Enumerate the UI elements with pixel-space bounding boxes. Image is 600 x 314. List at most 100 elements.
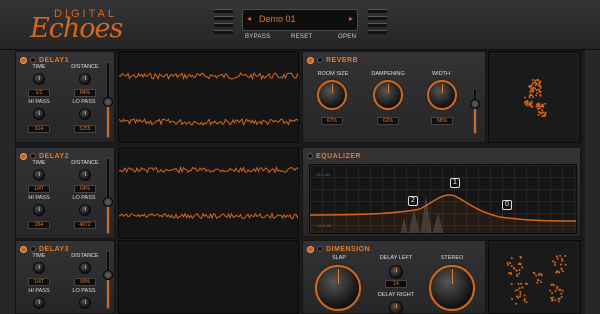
delay1-mix-fader[interactable] xyxy=(103,62,113,138)
dimension-title-row: DIMENSION xyxy=(307,244,370,254)
open-button[interactable]: OPEN xyxy=(338,34,356,40)
delay2-hipass-knob[interactable] xyxy=(33,204,45,216)
eq-graph[interactable]: 16.0 dB -16.0 dB 1 2 0 xyxy=(309,164,577,234)
delay-left-label: DELAY LEFT xyxy=(379,255,413,261)
delay2-panel: DELAY2 TIME 1/4T DISTANCE 64% HI PASS 26… xyxy=(15,147,115,239)
delay-left-knob[interactable] xyxy=(389,265,403,279)
delay1-hipass-value[interactable]: 614 xyxy=(28,125,50,133)
delay1-time-label: TIME xyxy=(32,64,46,70)
header-bar: Echoes DIGITAL ◂ Demo 01 ▸ BYPASS RESET … xyxy=(0,0,600,50)
delay3-mix-fader[interactable] xyxy=(103,251,113,309)
dimension-title: DIMENSION xyxy=(326,245,371,253)
delay1-power-icon[interactable] xyxy=(20,56,27,64)
delay1-hipass-knob[interactable] xyxy=(33,108,45,120)
slap-knob[interactable] xyxy=(315,265,361,311)
room-size-knob[interactable] xyxy=(317,80,347,110)
dimension-scatter-display xyxy=(488,240,581,314)
reverb-power-icon[interactable] xyxy=(307,56,314,64)
delay3-lopass-knob[interactable] xyxy=(79,297,91,309)
delay2-hipass-value[interactable]: 264 xyxy=(28,221,50,229)
delay3-led-icon[interactable] xyxy=(30,246,36,252)
delay3-time-label: TIME xyxy=(32,253,46,259)
delay2-hipass-label: HI PASS xyxy=(28,195,50,201)
dampening-value[interactable]: 62% xyxy=(377,117,399,125)
dimension-panel: DIMENSION SLAP DELAY LEFT 14 DELAY RIGHT… xyxy=(302,240,486,314)
preset-prev-icon[interactable]: ◂ xyxy=(247,14,251,23)
delay2-time-label: TIME xyxy=(32,160,46,166)
slap-label: SLAP xyxy=(331,255,347,261)
reverb-title-row: REVERB xyxy=(307,55,358,65)
delay1-hipass-label: HI PASS xyxy=(28,99,50,105)
right-vent-grille xyxy=(368,9,387,42)
delay1-time-knob[interactable] xyxy=(33,73,45,85)
equalizer-title-row: EQUALIZER xyxy=(307,151,361,161)
eq-node-2[interactable]: 2 xyxy=(408,196,418,206)
delay1-lopass-value[interactable]: 5255 xyxy=(74,125,96,133)
delay1-panel: DELAY1 TIME 1/2 DISTANCE 84% HI PASS 614… xyxy=(15,51,115,143)
delay1-waveform-display xyxy=(118,51,299,143)
room-size-label: ROOM SIZE xyxy=(317,71,349,77)
delay1-lopass-knob[interactable] xyxy=(79,108,91,120)
delay3-distance-knob[interactable] xyxy=(79,262,91,274)
delay2-time-knob[interactable] xyxy=(33,169,45,181)
delay3-hipass-label: HI PASS xyxy=(28,288,50,294)
right-frame xyxy=(585,50,600,314)
delay1-lopass-label: LO PASS xyxy=(72,99,96,105)
delay2-lopass-value[interactable]: 4872 xyxy=(74,221,96,229)
dimension-power-icon[interactable] xyxy=(307,245,314,253)
reverb-led-icon[interactable] xyxy=(317,57,323,63)
preset-selector[interactable]: ◂ Demo 01 ▸ xyxy=(242,9,358,31)
equalizer-led-icon[interactable] xyxy=(307,153,313,159)
delay-right-knob[interactable] xyxy=(389,301,403,314)
bypass-button[interactable]: BYPASS xyxy=(245,34,270,40)
delay1-title: DELAY1 xyxy=(39,56,69,64)
stereo-knob[interactable] xyxy=(429,265,475,311)
width-label: WIDTH xyxy=(431,71,451,77)
equalizer-panel: EQUALIZER 16.0 dB -16.0 dB 1 2 0 xyxy=(302,147,581,237)
delay3-waveform-display xyxy=(118,240,299,314)
delay2-time-value[interactable]: 1/4T xyxy=(28,185,50,193)
delay2-led-icon[interactable] xyxy=(30,153,36,159)
delay2-lopass-label: LO PASS xyxy=(72,195,96,201)
delay3-lopass-label: LO PASS xyxy=(72,288,96,294)
equalizer-title: EQUALIZER xyxy=(316,152,361,160)
reset-button[interactable]: RESET xyxy=(291,34,313,40)
delay2-distance-knob[interactable] xyxy=(79,169,91,181)
width-knob[interactable] xyxy=(427,80,457,110)
width-value[interactable]: 68% xyxy=(431,117,453,125)
delay-left-value[interactable]: 14 xyxy=(385,280,407,288)
left-vent-grille xyxy=(214,9,233,42)
delay3-panel: DELAY3 TIME 1/4T DISTANCE 90% HI PASS LO… xyxy=(15,240,115,314)
delay3-hipass-knob[interactable] xyxy=(33,297,45,309)
delay3-power-icon[interactable] xyxy=(20,245,27,253)
delay1-distance-knob[interactable] xyxy=(79,73,91,85)
delay2-waveform-display xyxy=(118,147,299,239)
reverb-mix-fader[interactable] xyxy=(470,88,480,134)
delay2-mix-fader[interactable] xyxy=(103,158,113,234)
delay3-time-knob[interactable] xyxy=(33,262,45,274)
preset-next-icon[interactable]: ▸ xyxy=(349,14,353,23)
delay3-time-value[interactable]: 1/4T xyxy=(28,278,50,286)
delay1-distance-label: DISTANCE xyxy=(71,64,99,70)
room-size-value[interactable]: 67% xyxy=(321,117,343,125)
reverb-scatter-display xyxy=(488,51,581,143)
dimension-led-icon[interactable] xyxy=(317,246,323,252)
delay3-distance-value[interactable]: 90% xyxy=(74,278,96,286)
delay2-distance-value[interactable]: 64% xyxy=(74,185,96,193)
delay2-power-icon[interactable] xyxy=(20,152,27,160)
delay3-distance-label: DISTANCE xyxy=(71,253,99,259)
dampening-knob[interactable] xyxy=(373,80,403,110)
eq-node-1[interactable]: 1 xyxy=(450,178,460,188)
eq-node-0[interactable]: 0 xyxy=(502,200,512,210)
delay2-distance-label: DISTANCE xyxy=(71,160,99,166)
delay2-title: DELAY2 xyxy=(39,152,69,160)
delay1-led-icon[interactable] xyxy=(30,57,36,63)
dampening-label: DAMPENING xyxy=(371,71,405,77)
logo-digital: DIGITAL xyxy=(54,8,117,20)
delay1-time-value[interactable]: 1/2 xyxy=(28,89,50,97)
reverb-panel: REVERB ROOM SIZE 67% DAMPENING 62% WIDTH… xyxy=(302,51,486,143)
delay2-lopass-knob[interactable] xyxy=(79,204,91,216)
stereo-label: STEREO xyxy=(440,255,464,261)
left-frame xyxy=(0,50,15,314)
delay1-distance-value[interactable]: 84% xyxy=(74,89,96,97)
